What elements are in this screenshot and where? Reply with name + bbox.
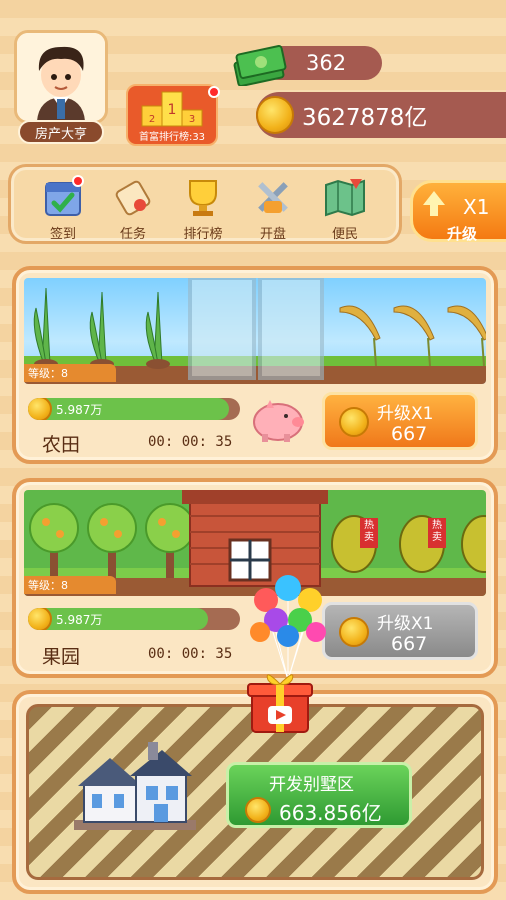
farm-name: 农田 [42, 434, 81, 456]
podium-icon: 1 2 3 [141, 91, 203, 127]
tool-label: 开盘 [259, 227, 286, 242]
tool-label: 任务 [119, 227, 146, 242]
svg-text:1: 1 [168, 102, 177, 118]
tool-label: 便民 [331, 227, 358, 242]
farm-timer: 00: 00: 35 [148, 434, 233, 450]
farm-income-progress: 5.987万 [28, 398, 240, 420]
tool-convenience[interactable]: 便民 [315, 175, 375, 243]
tool-label: 排行榜 [183, 227, 223, 242]
arrow-up-icon [423, 191, 445, 205]
tool-tasks[interactable]: 任务 [103, 175, 163, 243]
coin-icon [339, 407, 369, 437]
notification-dot [72, 175, 84, 187]
leaderboard-rank-label: 首富排行榜:33 [138, 132, 206, 143]
upgrade-label: 升级X1 [377, 614, 434, 634]
balloons-icon[interactable] [246, 570, 330, 680]
coin-icon [256, 96, 294, 134]
tools-icon [250, 175, 296, 219]
orchard-upgrade-button[interactable]: 升级X1 667 [322, 602, 478, 660]
player-avatar[interactable] [14, 30, 108, 124]
svg-text:3: 3 [189, 114, 195, 125]
tool-open-market[interactable]: 开盘 [243, 175, 303, 243]
coin-icon [339, 617, 369, 647]
upgrade-label: 升级 [447, 225, 478, 243]
farm-income: 5.987万 [56, 403, 103, 417]
upgrade-cost: 667 [391, 633, 428, 655]
develop-cost: 663.856亿 [279, 801, 382, 825]
orchard-income-progress: 5.987万 [28, 608, 240, 630]
piggy-bank-icon[interactable] [248, 394, 306, 448]
coin-icon [245, 797, 271, 823]
develop-label: 开发别墅区 [269, 775, 354, 795]
orchard-timer: 00: 00: 35 [148, 646, 233, 662]
farm-upgrade-button[interactable]: 升级X1 667 [322, 392, 478, 450]
svg-text:2: 2 [149, 114, 155, 125]
upgrade-label: 升级X1 [377, 404, 434, 424]
trophy-icon [180, 175, 226, 219]
video-gift-box-icon[interactable] [246, 668, 314, 736]
coin-icon [28, 608, 52, 630]
toolbar: 签到 任务 排行榜 开盘 便民 [8, 164, 402, 244]
upgrade-multiplier: X1 [463, 195, 490, 219]
orchard-level: 等级：8 [24, 576, 116, 594]
avatar-portrait [17, 33, 105, 121]
calendar-check-icon [40, 175, 86, 219]
tool-checkin[interactable]: 签到 [33, 175, 93, 243]
coin-value: 3627878亿 [302, 105, 428, 131]
global-upgrade-button[interactable]: X1 升级 [410, 180, 506, 243]
orchard-name: 果园 [42, 646, 81, 668]
tool-leaderboard[interactable]: 排行榜 [173, 175, 233, 243]
upgrade-cost: 667 [391, 423, 428, 445]
scroll-icon [110, 175, 156, 219]
farm-level: 等级：8 [24, 364, 116, 382]
cash-value: 362 [306, 51, 347, 75]
coin-icon [28, 398, 52, 420]
hot-sale-tag: 热卖 [428, 518, 446, 548]
cash-stack-icon [233, 45, 287, 86]
tool-label: 签到 [49, 227, 76, 242]
hot-sale-tag: 热卖 [360, 518, 378, 548]
farm-card: 等级：8 5.987万 农田 00: 00: 35 升级X1 667 [12, 266, 498, 464]
orchard-income: 5.987万 [56, 613, 103, 627]
develop-villa-button[interactable]: 开发别墅区 663.856亿 [226, 762, 412, 828]
notification-dot [208, 86, 220, 98]
map-icon [322, 175, 368, 219]
villa-house-icon [74, 742, 196, 830]
player-name: 房产大亨 [18, 120, 104, 144]
